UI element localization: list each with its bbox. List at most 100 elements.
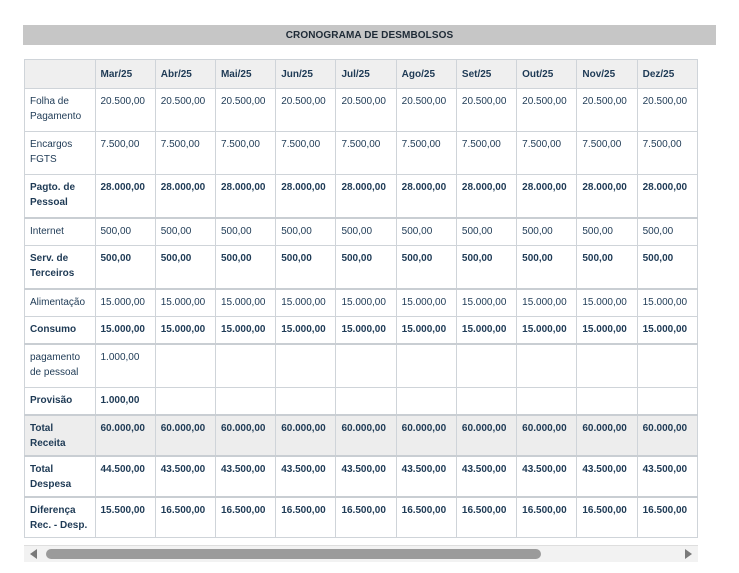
value-cell: 16.500,00 xyxy=(154,496,216,538)
value-cell: 28.000,00 xyxy=(154,174,216,219)
value-cell: 20.500,00 xyxy=(636,88,698,132)
value-cell: 500,00 xyxy=(94,245,156,290)
value-cell: 15.000,00 xyxy=(576,316,638,345)
value-cell: 16.500,00 xyxy=(214,496,277,538)
value-cell: 20.500,00 xyxy=(335,88,397,132)
value-cell xyxy=(516,387,578,416)
row-label: Folha de Pagamento xyxy=(24,88,96,132)
value-cell: 500,00 xyxy=(636,217,698,246)
value-cell: 15.000,00 xyxy=(576,288,638,317)
value-cell: 7.500,00 xyxy=(516,131,578,175)
value-cell: 500,00 xyxy=(636,245,698,290)
value-cell: 60.000,00 xyxy=(154,414,216,457)
value-cell: 60.000,00 xyxy=(455,414,518,457)
value-cell xyxy=(576,343,638,388)
value-cell: 15.000,00 xyxy=(154,288,216,317)
value-cell: 60.000,00 xyxy=(214,414,277,457)
schedule-table-container[interactable]: Mar/25 Abr/25 Mai/25 Jun/25 Jul/25 Ago/2… xyxy=(24,59,698,545)
horizontal-scrollbar[interactable] xyxy=(24,545,698,562)
header-row: Mar/25 Abr/25 Mai/25 Jun/25 Jul/25 Ago/2… xyxy=(24,59,698,89)
value-cell: 7.500,00 xyxy=(576,131,638,175)
month-header: Out/25 xyxy=(516,59,578,89)
value-cell: 60.000,00 xyxy=(94,414,156,457)
value-cell: 500,00 xyxy=(94,217,156,246)
value-cell: 1.000,00 xyxy=(94,343,156,388)
value-cell: 500,00 xyxy=(516,217,578,246)
value-cell: 500,00 xyxy=(576,217,638,246)
value-cell: 43.500,00 xyxy=(576,455,638,498)
value-cell: 44.500,00 xyxy=(94,455,156,498)
value-cell: 20.500,00 xyxy=(275,88,337,132)
row-provisao: Provisão 1.000,00 xyxy=(24,387,698,416)
value-cell: 20.500,00 xyxy=(395,88,457,132)
row-internet: Internet 500,00 500,00 500,00 500,00 500,00 50… xyxy=(24,217,698,246)
value-cell: 500,00 xyxy=(516,245,578,290)
value-cell: 16.500,00 xyxy=(455,496,518,538)
value-cell: 20.500,00 xyxy=(94,88,156,132)
value-cell: 15.500,00 xyxy=(94,496,156,538)
value-cell: 7.500,00 xyxy=(395,131,457,175)
value-cell xyxy=(335,343,397,388)
value-cell: 500,00 xyxy=(455,217,518,246)
value-cell: 60.000,00 xyxy=(516,414,578,457)
value-cell: 7.500,00 xyxy=(94,131,156,175)
value-cell xyxy=(636,387,698,416)
value-cell: 43.500,00 xyxy=(275,455,337,498)
schedule-table: Mar/25 Abr/25 Mai/25 Jun/25 Jul/25 Ago/2… xyxy=(24,59,698,538)
scrollbar-thumb[interactable] xyxy=(46,549,541,559)
value-cell: 43.500,00 xyxy=(335,455,397,498)
value-cell: 60.000,00 xyxy=(576,414,638,457)
value-cell: 20.500,00 xyxy=(455,88,518,132)
value-cell: 15.000,00 xyxy=(516,316,578,345)
value-cell xyxy=(636,343,698,388)
row-consumo: Consumo 15.000,00 15.000,00 15.000,00 15.000… xyxy=(24,316,698,345)
row-pagto-pessoal: Pagto. de Pessoal 28.000,00 28.000,00 28.00… xyxy=(24,174,698,219)
value-cell xyxy=(275,387,337,416)
value-cell: 16.500,00 xyxy=(636,496,698,538)
value-cell xyxy=(275,343,337,388)
value-cell: 7.500,00 xyxy=(275,131,337,175)
value-cell: 500,00 xyxy=(275,245,337,290)
value-cell: 15.000,00 xyxy=(335,316,397,345)
value-cell: 500,00 xyxy=(335,217,397,246)
row-label: Consumo xyxy=(24,316,96,345)
row-encargos: Encargos FGTS 7.500,00 7.500,00 7.500,00 7.5… xyxy=(24,131,698,175)
schedule-title: CRONOGRAMA DE DESMBOLSOS xyxy=(23,25,716,45)
value-cell: 500,00 xyxy=(214,217,277,246)
value-cell: 15.000,00 xyxy=(154,316,216,345)
value-cell: 500,00 xyxy=(395,217,457,246)
value-cell: 500,00 xyxy=(395,245,457,290)
value-cell: 20.500,00 xyxy=(214,88,277,132)
row-label: Total Receita xyxy=(24,414,96,457)
value-cell: 15.000,00 xyxy=(636,288,698,317)
value-cell: 7.500,00 xyxy=(636,131,698,175)
value-cell xyxy=(455,387,518,416)
value-cell xyxy=(214,343,277,388)
value-cell: 43.500,00 xyxy=(154,455,216,498)
value-cell xyxy=(154,387,216,416)
value-cell xyxy=(335,387,397,416)
value-cell: 28.000,00 xyxy=(636,174,698,219)
value-cell: 43.500,00 xyxy=(214,455,277,498)
value-cell xyxy=(576,387,638,416)
value-cell: 7.500,00 xyxy=(214,131,277,175)
value-cell: 500,00 xyxy=(335,245,397,290)
month-header: Mai/25 xyxy=(214,59,277,89)
month-header: Jun/25 xyxy=(275,59,337,89)
value-cell xyxy=(516,343,578,388)
value-cell: 15.000,00 xyxy=(94,288,156,317)
row-label: Serv. de Terceiros xyxy=(24,245,96,290)
month-header: Set/25 xyxy=(455,59,518,89)
value-cell: 60.000,00 xyxy=(335,414,397,457)
value-cell xyxy=(455,343,518,388)
value-cell: 7.500,00 xyxy=(455,131,518,175)
value-cell: 15.000,00 xyxy=(94,316,156,345)
value-cell: 28.000,00 xyxy=(516,174,578,219)
scroll-right-icon[interactable] xyxy=(685,549,692,559)
value-cell: 15.000,00 xyxy=(275,288,337,317)
value-cell: 7.500,00 xyxy=(335,131,397,175)
scroll-left-icon[interactable] xyxy=(30,549,37,559)
value-cell: 500,00 xyxy=(275,217,337,246)
value-cell: 28.000,00 xyxy=(214,174,277,219)
row-label: pagamento de pessoal xyxy=(24,343,96,388)
